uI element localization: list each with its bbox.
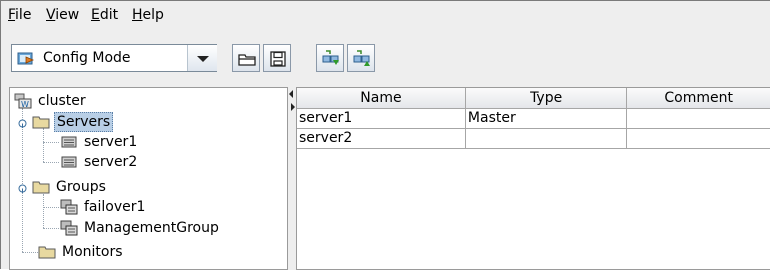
svg-text:W: W xyxy=(21,100,29,109)
cluster-tree: W cluster Servers server1 server2 Groups… xyxy=(9,87,288,270)
table-row[interactable]: server2 xyxy=(297,127,770,149)
menu-edit-label: dit xyxy=(99,7,119,23)
split-divider[interactable] xyxy=(288,87,296,270)
tree-line-groups xyxy=(43,194,44,228)
server-icon xyxy=(61,156,77,168)
collapse-groups-icon[interactable] xyxy=(18,184,27,193)
server-icon xyxy=(61,136,77,148)
menu-file-label: ile xyxy=(15,7,32,23)
menu-bar: File View Edit Help xyxy=(1,1,770,28)
tree-node-managementgroup-label: ManagementGroup xyxy=(84,220,219,236)
folder-icon xyxy=(38,246,56,259)
column-header-comment[interactable]: Comment xyxy=(626,88,770,109)
tree-node-servers-label: Servers xyxy=(54,112,114,132)
mode-select[interactable]: Config Mode xyxy=(11,44,217,72)
tree-branch xyxy=(43,228,59,229)
tree-branch xyxy=(43,162,59,163)
save-disk-icon xyxy=(270,51,286,67)
menu-view-label: iew xyxy=(55,7,80,23)
cell-type xyxy=(464,127,628,149)
tree-node-cluster-label: cluster xyxy=(38,93,86,109)
tree-branch xyxy=(22,252,38,253)
tree-line-root xyxy=(22,108,23,252)
tree-branch xyxy=(43,207,59,208)
menu-file-mnemonic: F xyxy=(8,7,16,23)
group-icon xyxy=(60,220,78,236)
menu-view[interactable]: View xyxy=(46,7,79,23)
tree-line-servers xyxy=(43,128,44,162)
cell-name: server1 xyxy=(297,107,466,129)
folder-icon xyxy=(32,116,50,129)
table-header-row: Name Type Comment xyxy=(297,88,770,109)
tree-node-monitors-label: Monitors xyxy=(62,244,123,260)
menu-file[interactable]: File xyxy=(8,7,31,23)
menu-edit[interactable]: Edit xyxy=(91,7,118,23)
menu-help[interactable]: Help xyxy=(132,7,164,23)
collapse-servers-icon[interactable] xyxy=(18,119,27,128)
menu-help-mnemonic: H xyxy=(132,7,143,23)
tree-node-groups-label: Groups xyxy=(56,179,106,195)
tree-branch xyxy=(43,142,59,143)
cell-comment xyxy=(626,107,770,129)
open-folder-icon xyxy=(238,54,256,66)
open-button[interactable] xyxy=(232,44,260,72)
cell-type: Master xyxy=(464,107,628,129)
toolbar: Config Mode xyxy=(1,34,770,84)
app-window: File View Edit Help Config Mode W cluste… xyxy=(0,0,770,270)
config-mode-icon xyxy=(17,52,35,65)
group-icon xyxy=(60,199,78,215)
expand-right-arrow-icon[interactable] xyxy=(291,103,295,111)
tree-node-server2-label: server2 xyxy=(84,154,138,170)
cell-comment xyxy=(626,127,770,149)
details-table-panel: Name Type Comment server1 Master server2 xyxy=(296,87,770,270)
menu-help-label: elp xyxy=(142,7,164,23)
mode-select-dropdown-button[interactable] xyxy=(187,45,217,71)
chevron-down-icon xyxy=(197,56,209,62)
table-row[interactable]: server1 Master xyxy=(297,107,770,129)
column-header-name[interactable]: Name xyxy=(297,88,466,109)
collapse-left-arrow-icon[interactable] xyxy=(289,90,293,98)
split-pane: W cluster Servers server1 server2 Groups… xyxy=(9,87,770,270)
menu-edit-mnemonic: E xyxy=(91,7,100,23)
mode-select-value: Config Mode xyxy=(43,50,131,66)
menu-view-mnemonic: V xyxy=(46,7,56,23)
tree-node-server1-label: server1 xyxy=(84,134,138,150)
folder-icon xyxy=(32,181,50,194)
details-table: Name Type Comment server1 Master server2 xyxy=(297,88,770,149)
download-button[interactable] xyxy=(316,44,344,72)
download-icon xyxy=(322,50,339,65)
cell-name: server2 xyxy=(297,127,466,149)
upload-button[interactable] xyxy=(347,44,375,72)
tree-node-failover1-label: failover1 xyxy=(84,199,146,215)
save-button[interactable] xyxy=(263,44,291,72)
upload-icon xyxy=(353,50,370,66)
cluster-icon: W xyxy=(14,93,32,109)
column-header-type[interactable]: Type xyxy=(464,88,628,109)
